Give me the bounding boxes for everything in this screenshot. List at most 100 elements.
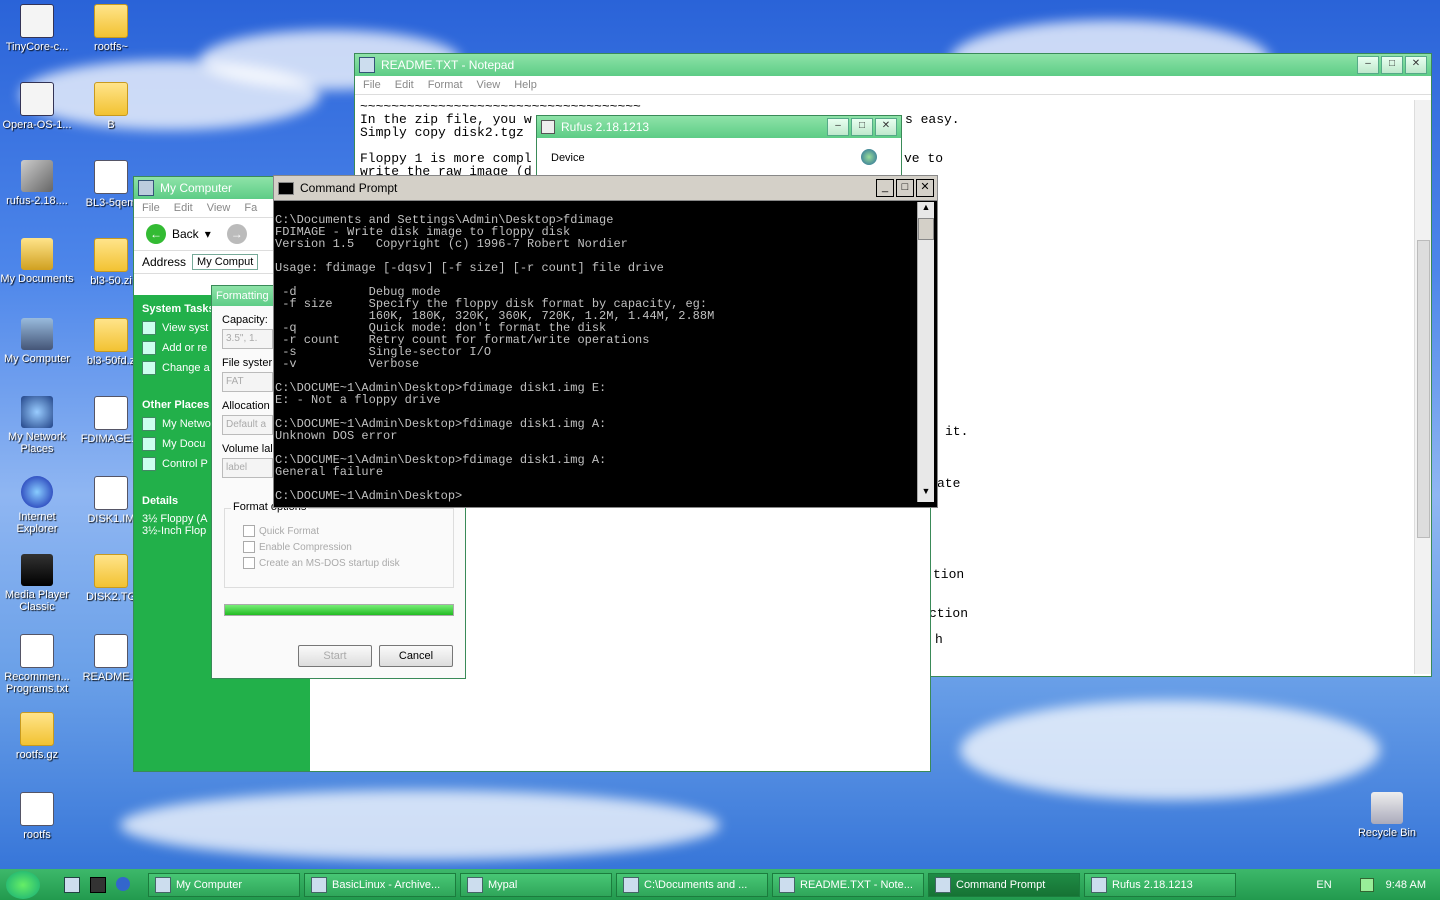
start-button[interactable] xyxy=(6,870,40,899)
desktop-icon[interactable]: My Documents xyxy=(0,238,76,285)
menu-file[interactable]: File xyxy=(363,79,381,91)
rufus-titlebar[interactable]: Rufus 2.18.1213 – □ ✕ xyxy=(537,116,901,138)
menu-format[interactable]: Format xyxy=(428,79,463,91)
close-button[interactable]: ✕ xyxy=(1405,56,1427,74)
close-button[interactable]: ✕ xyxy=(916,179,934,197)
address-label: Address xyxy=(142,255,187,269)
desktop-icon[interactable]: TinyCore-c... xyxy=(0,4,76,53)
close-button[interactable]: ✕ xyxy=(875,118,897,136)
command-prompt-window[interactable]: Command Prompt _ □ ✕ C:\Documents and Se… xyxy=(274,176,937,507)
minimize-button[interactable]: _ xyxy=(876,179,894,197)
desktop-icon[interactable]: rootfs xyxy=(0,792,76,841)
desktop-icon[interactable]: My Network Places xyxy=(0,396,76,455)
notepad-text-fragment: s easy. xyxy=(905,112,960,127)
format-progress-bar xyxy=(224,604,454,616)
taskbar-button[interactable]: Mypal xyxy=(460,872,612,897)
menu-view[interactable]: View xyxy=(477,79,501,91)
network-tray-icon[interactable] xyxy=(1359,877,1374,892)
checkbox-box xyxy=(243,557,255,569)
media-player-icon[interactable] xyxy=(90,876,106,893)
scroll-thumb[interactable] xyxy=(918,218,934,240)
notepad-title: README.TXT - Notepad xyxy=(381,58,515,72)
language-indicator[interactable]: EN xyxy=(1316,879,1331,891)
system-tray: EN 9:48 AM xyxy=(1316,877,1440,892)
notepad-text-fragment: it. xyxy=(945,424,969,439)
ie-icon[interactable] xyxy=(116,876,130,891)
add-remove-icon xyxy=(142,341,156,355)
show-desktop-icon[interactable] xyxy=(64,876,80,893)
scroll-down-arrow[interactable]: ▼ xyxy=(918,486,934,502)
cmd-output[interactable]: C:\Documents and Settings\Admin\Desktop>… xyxy=(275,214,714,502)
minimize-button[interactable]: – xyxy=(1357,56,1379,74)
taskbar-button[interactable]: Rufus 2.18.1213 xyxy=(1084,872,1236,897)
allocation-select[interactable]: Default a xyxy=(222,415,273,435)
taskbar-button[interactable]: C:\Documents and ... xyxy=(616,872,768,897)
maximize-button[interactable]: □ xyxy=(896,179,914,197)
maximize-button[interactable]: □ xyxy=(851,118,873,136)
msdos-startup-checkbox[interactable]: Create an MS-DOS startup disk xyxy=(243,557,453,569)
forward-button[interactable]: → xyxy=(226,224,247,244)
notepad-titlebar[interactable]: README.TXT - Notepad – □ ✕ xyxy=(355,54,1431,76)
usb-icon xyxy=(21,160,53,192)
iso-icon xyxy=(20,82,54,116)
desktop-icon[interactable]: Recommen... Programs.txt xyxy=(0,634,76,695)
desktop-icon[interactable]: Internet Explorer xyxy=(0,476,76,535)
scroll-thumb[interactable] xyxy=(1417,240,1430,538)
cancel-button[interactable]: Cancel xyxy=(379,645,453,667)
desktop-icon[interactable]: rufus-2.18.... xyxy=(0,160,76,207)
taskbar-button[interactable]: README.TXT - Note... xyxy=(772,872,924,897)
desktop-icon[interactable]: rootfs.gz xyxy=(0,712,76,761)
capacity-select[interactable]: 3.5", 1. xyxy=(222,329,273,349)
app-icon xyxy=(779,876,795,893)
address-input[interactable]: My Comput xyxy=(192,254,259,270)
media-player-icon xyxy=(21,554,53,586)
minimize-button[interactable]: – xyxy=(827,118,849,136)
notepad-scrollbar[interactable] xyxy=(1414,100,1431,674)
desktop-icon[interactable]: My Computer xyxy=(0,318,76,365)
menu-edit[interactable]: Edit xyxy=(395,79,414,91)
menu-favorites[interactable]: Fa xyxy=(244,202,257,214)
menu-help[interactable]: Help xyxy=(514,79,537,91)
enable-compression-checkbox[interactable]: Enable Compression xyxy=(243,541,453,553)
folder-icon xyxy=(94,4,128,38)
menu-file[interactable]: File xyxy=(142,202,160,214)
taskbar-button[interactable]: BasicLinux - Archive... xyxy=(304,872,456,897)
checkbox-box xyxy=(243,525,255,537)
network-icon xyxy=(142,417,156,431)
folder-icon xyxy=(94,82,128,116)
desktop-icon[interactable]: rootfs~ xyxy=(72,4,150,53)
app-icon xyxy=(1091,876,1107,893)
scroll-up-arrow[interactable]: ▲ xyxy=(918,202,934,218)
cmd-scrollbar[interactable]: ▲ ▼ xyxy=(917,202,934,502)
computer-icon xyxy=(138,180,154,196)
clock[interactable]: 9:48 AM xyxy=(1386,879,1426,891)
cmd-titlebar[interactable]: Command Prompt _ □ ✕ xyxy=(274,176,937,201)
usb-icon xyxy=(541,120,555,134)
maximize-button[interactable]: □ xyxy=(1381,56,1403,74)
taskbar-button[interactable]: Command Prompt xyxy=(928,872,1080,897)
volume-input[interactable]: label xyxy=(222,458,273,478)
notepad-text-fragment: ve to xyxy=(904,151,944,166)
rufus-title: Rufus 2.18.1213 xyxy=(561,120,650,134)
desktop-icon[interactable]: Opera-OS-1... xyxy=(0,82,76,131)
globe-icon[interactable] xyxy=(861,149,877,165)
cmd-title: Command Prompt xyxy=(300,181,398,195)
back-button[interactable]: ← Back ▾ xyxy=(146,224,211,244)
start-button[interactable]: Start xyxy=(298,645,372,667)
notepad-text-fragment: tion xyxy=(933,567,965,582)
desktop-icon[interactable]: B xyxy=(72,82,150,131)
desktop-icon[interactable]: Media Player Classic xyxy=(0,554,76,613)
taskbar-button[interactable]: My Computer xyxy=(148,872,300,897)
app-icon xyxy=(155,876,171,893)
system-info-icon xyxy=(142,321,156,335)
quick-format-checkbox[interactable]: Quick Format xyxy=(243,525,453,537)
doc-icon xyxy=(94,160,128,194)
app-icon xyxy=(935,876,951,893)
menu-view[interactable]: View xyxy=(207,202,231,214)
desktop-icon-recycle-bin[interactable]: Recycle Bin xyxy=(1348,792,1426,839)
app-icon xyxy=(467,876,483,893)
iso-icon xyxy=(20,4,54,38)
filesystem-select[interactable]: FAT xyxy=(222,372,273,392)
notepad-text-fragment: ate xyxy=(937,476,961,491)
menu-edit[interactable]: Edit xyxy=(174,202,193,214)
